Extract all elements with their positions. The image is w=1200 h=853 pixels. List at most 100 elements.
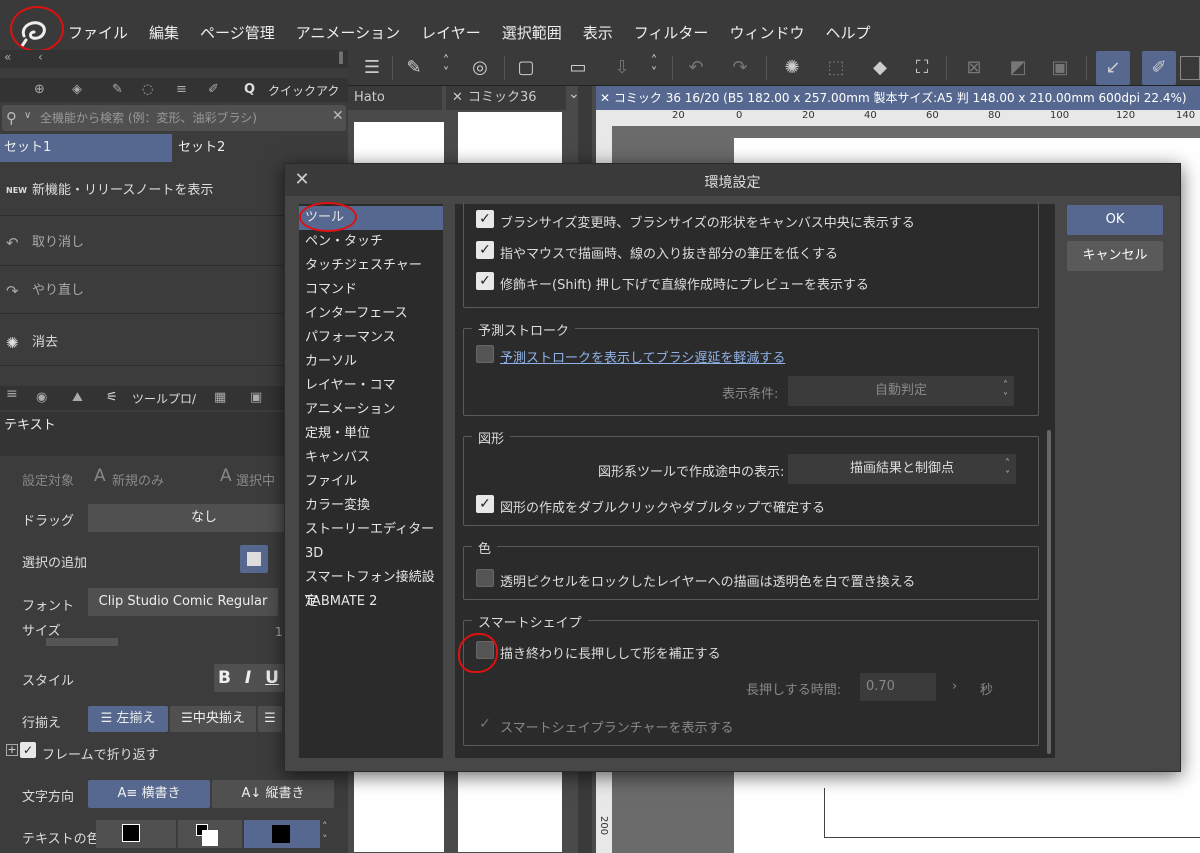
sub-color-button[interactable]: [178, 820, 242, 848]
doc-tab-hato[interactable]: Hato: [348, 86, 442, 110]
collapse-double-arrow-icon[interactable]: «: [4, 50, 11, 64]
doc-tab-comic36[interactable]: ✕ コミック36: [446, 86, 566, 110]
save-icon[interactable]: ⇩: [610, 56, 634, 80]
set-tab-1[interactable]: セット1: [0, 134, 172, 162]
category-interface[interactable]: インターフェース: [299, 302, 443, 326]
cancel-button[interactable]: キャンセル: [1067, 241, 1163, 271]
category-animation[interactable]: アニメーション: [299, 398, 443, 422]
align-center-button[interactable]: ☰中央揃え: [170, 706, 256, 732]
panel-grip-icon[interactable]: ≡: [6, 386, 18, 402]
mountain-icon[interactable]: ⛰: [72, 390, 83, 405]
menu-animation[interactable]: アニメーション: [296, 22, 400, 43]
quick-access-tool-icon[interactable]: ✎: [402, 56, 426, 80]
italic-icon[interactable]: I: [245, 668, 251, 688]
condition-select[interactable]: 自動判定 ˄ ˅: [788, 376, 1014, 406]
hamburger-menu-icon[interactable]: ☰: [360, 56, 384, 80]
clip-studio-icon[interactable]: ◎: [468, 56, 492, 80]
category-pen-touch[interactable]: ペン・タッチ: [299, 230, 443, 254]
brush-tab-icon[interactable]: ✎: [112, 82, 123, 97]
dir-horizontal-button[interactable]: A≡ 横書き: [88, 780, 210, 808]
menu-edit[interactable]: 編集: [149, 22, 179, 43]
menu-selection[interactable]: 選択範囲: [502, 22, 562, 43]
color-arrows-icon[interactable]: ˄ ˅: [322, 820, 328, 846]
sliders-icon[interactable]: ⚟: [106, 390, 118, 405]
new-file-icon[interactable]: ▢: [514, 56, 538, 80]
deselect-icon[interactable]: ⊠: [962, 56, 986, 80]
predictive-stroke-checkbox[interactable]: [476, 345, 494, 363]
layer-tab-icon[interactable]: ≡: [176, 82, 187, 97]
transparent-white-checkbox[interactable]: [476, 569, 494, 587]
quick-access-logo-icon[interactable]: Q: [244, 82, 255, 97]
category-color-conversion[interactable]: カラー変換: [299, 494, 443, 518]
transform-icon[interactable]: ⛶: [910, 56, 934, 80]
smart-shape-launcher-checkbox[interactable]: ✓: [476, 715, 494, 733]
category-smartphone[interactable]: スマートフォン接続設定: [299, 566, 443, 609]
brush-size-preview-checkbox[interactable]: ✓: [476, 210, 494, 228]
clear-icon[interactable]: ✺: [780, 56, 804, 80]
content-scrollbar[interactable]: [1047, 430, 1051, 754]
shift-preview-checkbox[interactable]: ✓: [476, 272, 494, 290]
category-command[interactable]: コマンド: [299, 278, 443, 302]
size-slider[interactable]: [46, 638, 118, 646]
material-tab-icon[interactable]: ◈: [72, 82, 82, 97]
shape-display-select[interactable]: 描画結果と制御点 ˄ ˅: [788, 454, 1016, 484]
font-select[interactable]: Clip Studio Comic Regular: [88, 588, 278, 616]
pen-tab-icon[interactable]: ✐: [208, 82, 219, 97]
category-story-editor[interactable]: ストーリーエディター: [299, 518, 443, 542]
menu-window[interactable]: ウィンドウ: [729, 22, 804, 43]
double-click-confirm-checkbox[interactable]: ✓: [476, 495, 494, 513]
add-selection-toggle[interactable]: [240, 545, 268, 573]
snap-to-special-ruler-icon[interactable]: ✐: [1142, 51, 1176, 85]
category-ruler-unit[interactable]: 定規・単位: [299, 422, 443, 446]
snap-grid-icon[interactable]: [1180, 56, 1200, 80]
category-canvas[interactable]: キャンバス: [299, 446, 443, 470]
menu-filter[interactable]: フィルター: [634, 22, 709, 43]
fill-icon[interactable]: ◆: [868, 56, 892, 80]
menu-file[interactable]: ファイル: [68, 22, 128, 43]
invert-selection-icon[interactable]: ◩: [1006, 56, 1030, 80]
dir-vertical-button[interactable]: A↓ 縦書き: [212, 780, 334, 808]
up-down-arrows-icon[interactable]: ˄ ˅: [434, 55, 458, 80]
save-options-arrows-icon[interactable]: ˄ ˅: [642, 55, 666, 80]
search-input[interactable]: 全機能から検索 (例：変形、油彩ブラシ): [2, 105, 346, 131]
panel-grip-icon[interactable]: ‖: [338, 50, 344, 64]
clear-outside-selection-icon[interactable]: ⬚: [824, 56, 848, 80]
category-cursor[interactable]: カーソル: [299, 350, 443, 374]
set-tab-2[interactable]: セット2: [174, 134, 348, 162]
undo-icon[interactable]: ↶: [684, 56, 708, 80]
search-clear-icon[interactable]: ✕: [332, 108, 344, 124]
target-selected[interactable]: 選択中: [236, 470, 275, 489]
wrap-checkbox[interactable]: ✓: [20, 742, 36, 758]
expand-plus-icon[interactable]: +: [6, 744, 18, 756]
category-tabmate[interactable]: TABMATE 2: [299, 590, 443, 614]
chevron-down-icon[interactable]: ∨: [24, 110, 31, 121]
menu-page[interactable]: ページ管理: [200, 22, 275, 43]
film-icon[interactable]: ▦: [214, 390, 226, 405]
quick-access-tab-icon[interactable]: ⊕: [34, 82, 45, 97]
expand-selection-icon[interactable]: ▣: [1048, 56, 1072, 80]
category-file[interactable]: ファイル: [299, 470, 443, 494]
tab-close-icon[interactable]: ✕: [452, 86, 463, 110]
balloon-tab-icon[interactable]: ◌: [142, 82, 153, 97]
ok-button[interactable]: OK: [1067, 205, 1163, 235]
snap-to-ruler-icon[interactable]: ↙: [1096, 51, 1130, 85]
category-performance[interactable]: パフォーマンス: [299, 326, 443, 350]
menu-view[interactable]: 表示: [583, 22, 613, 43]
align-left-button[interactable]: ☰ 左揃え: [88, 706, 168, 732]
chevron-right-icon[interactable]: ›: [952, 679, 957, 694]
target-new-only[interactable]: 新規のみ: [112, 470, 164, 489]
canvas-close-icon[interactable]: ✕: [600, 91, 610, 105]
hold-time-input[interactable]: 0.70: [860, 673, 936, 701]
redo-icon[interactable]: ↷: [728, 56, 752, 80]
align-right-button[interactable]: ☰: [258, 706, 282, 732]
main-color-button[interactable]: [96, 820, 176, 848]
low-pressure-checkbox[interactable]: ✓: [476, 241, 494, 259]
category-layer-frame[interactable]: レイヤー・コマ: [299, 374, 443, 398]
collapse-arrow-icon[interactable]: ‹: [38, 50, 43, 64]
bold-icon[interactable]: B: [218, 668, 231, 688]
open-folder-icon[interactable]: ▭: [566, 56, 590, 80]
tool-property-tab-label[interactable]: ツールプロ/: [132, 390, 196, 407]
menu-layer[interactable]: レイヤー: [421, 22, 481, 43]
category-3d[interactable]: 3D: [299, 542, 443, 566]
underline-icon[interactable]: U: [265, 668, 279, 688]
